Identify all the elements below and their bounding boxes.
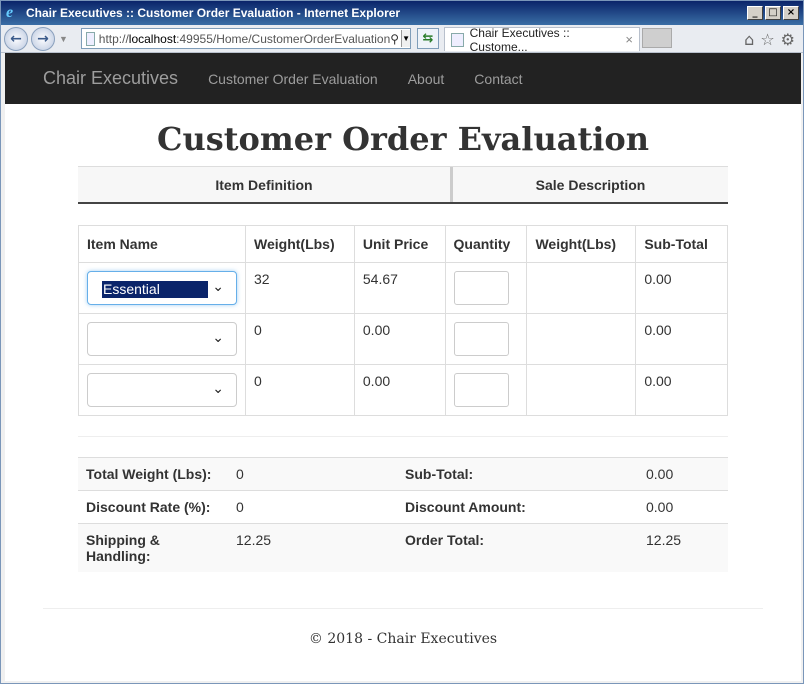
window-controls: _ □ ×: [747, 6, 799, 20]
quantity-input-3[interactable]: [453, 373, 509, 407]
ie-logo-icon: e: [6, 4, 14, 21]
url-prefix: http://: [98, 31, 129, 46]
shipping-label-line2: Handling:: [86, 548, 151, 564]
col-weight: Weight(Lbs): [245, 225, 355, 263]
tab-item-definition[interactable]: Item Definition: [78, 167, 453, 202]
nav-about[interactable]: About: [408, 71, 445, 87]
col-total-weight: Weight(Lbs): [526, 225, 637, 263]
unit-price-cell: 54.67: [353, 262, 446, 314]
forward-button[interactable]: →: [31, 26, 55, 51]
summary-row: Total Weight (Lbs): 0 Sub-Total: 0.00: [78, 457, 728, 491]
subtotal-cell: 0.00: [635, 313, 728, 365]
window-title: Chair Executives :: Customer Order Evalu…: [26, 6, 401, 20]
search-icon[interactable]: ⚲: [390, 32, 399, 46]
shipping-label: Shipping & Handling:: [78, 523, 228, 572]
discount-rate-label: Discount Rate (%):: [78, 490, 228, 524]
browser-right-icons: ⌂ ☆ ⚙: [744, 30, 795, 49]
url-host: localhost: [128, 31, 177, 46]
item-select-1[interactable]: Essential ⌄: [87, 271, 237, 305]
settings-gear-icon[interactable]: ⚙: [781, 30, 795, 49]
summary-table: Total Weight (Lbs): 0 Sub-Total: 0.00 Di…: [78, 457, 728, 572]
col-subtotal: Sub-Total: [635, 225, 728, 263]
brand-link[interactable]: Chair Executives: [43, 68, 178, 89]
new-tab-button[interactable]: [642, 28, 672, 48]
table-row: ⌄ 0 0.00 0.00: [78, 364, 728, 416]
browser-tab[interactable]: Chair Executives :: Custome... ×: [444, 25, 640, 54]
footer-text: © 2018 - Chair Executives: [308, 631, 498, 647]
summary-row: Discount Rate (%): 0 Discount Amount: 0.…: [78, 490, 728, 524]
home-icon[interactable]: ⌂: [744, 30, 754, 49]
col-unit-price: Unit Price: [353, 225, 446, 263]
shipping-label-line1: Shipping &: [86, 532, 160, 548]
address-dropdown-icon[interactable]: ▼: [401, 30, 410, 47]
unit-price-cell: 0.00: [353, 364, 446, 416]
item-select-value: Essential: [102, 281, 208, 298]
col-quantity: Quantity: [444, 225, 528, 263]
tab-sale-description[interactable]: Sale Description: [453, 167, 728, 202]
order-total-label: Order Total:: [397, 523, 638, 572]
total-weight-label: Total Weight (Lbs):: [78, 457, 228, 491]
refresh-button[interactable]: ⇆: [417, 28, 439, 49]
subtotal-cell: 0.00: [635, 364, 728, 416]
chevron-down-icon: ⌄: [212, 381, 224, 397]
web-page: Chair Executives Customer Order Evaluati…: [5, 53, 801, 681]
subtotal-cell: 0.00: [635, 262, 728, 314]
divider: [78, 436, 728, 437]
quantity-input-2[interactable]: [453, 322, 509, 356]
nav-customer-order-evaluation[interactable]: Customer Order Evaluation: [208, 71, 378, 87]
table-row: ⌄ 0 0.00 0.00: [78, 313, 728, 365]
back-button[interactable]: ←: [4, 26, 28, 51]
unit-price-cell: 0.00: [353, 313, 446, 365]
total-weight-cell: [526, 262, 637, 314]
items-table: Item Name Weight(Lbs) Unit Price Quantit…: [78, 225, 728, 416]
tab-page-icon: [451, 32, 464, 47]
close-window-button[interactable]: ×: [783, 6, 799, 20]
title-bar: e Chair Executives :: Customer Order Eva…: [1, 1, 803, 25]
minimize-button[interactable]: _: [747, 6, 763, 20]
page-title: Customer Order Evaluation: [157, 120, 649, 158]
table-header-row: Item Name Weight(Lbs) Unit Price Quantit…: [78, 225, 728, 263]
total-weight-value: 0: [228, 457, 397, 491]
page-icon: [86, 31, 95, 46]
discount-rate-value: 0: [228, 490, 397, 524]
nav-contact[interactable]: Contact: [474, 71, 522, 87]
tab-close-icon[interactable]: ×: [625, 32, 633, 47]
weight-cell: 32: [245, 262, 355, 314]
chevron-down-icon: ⌄: [212, 279, 224, 295]
browser-toolbar: ← → ▼ http://localhost:49955/Home/Custom…: [1, 25, 803, 54]
maximize-button[interactable]: □: [765, 6, 781, 20]
weight-cell: 0: [245, 364, 355, 416]
item-select-2[interactable]: ⌄: [87, 322, 237, 356]
total-weight-cell: [526, 364, 637, 416]
section-tabs: Item Definition Sale Description: [78, 166, 728, 204]
tab-title: Chair Executives :: Custome...: [469, 25, 570, 54]
summary-row: Shipping & Handling: 12.25 Order Total: 1…: [78, 523, 728, 572]
table-row: Essential ⌄ 32 54.67 0.00: [78, 262, 728, 314]
order-total-value: 12.25: [638, 523, 728, 572]
item-select-3[interactable]: ⌄: [87, 373, 237, 407]
browser-window: e Chair Executives :: Customer Order Eva…: [0, 0, 804, 684]
summary-subtotal-value: 0.00: [638, 457, 728, 491]
quantity-input-1[interactable]: [453, 271, 509, 305]
address-bar[interactable]: http://localhost:49955/Home/CustomerOrde…: [81, 28, 411, 49]
col-item-name: Item Name: [78, 225, 246, 263]
total-weight-cell: [526, 313, 637, 365]
chevron-down-icon: ⌄: [212, 330, 224, 346]
site-navbar: Chair Executives Customer Order Evaluati…: [5, 53, 801, 104]
shipping-value: 12.25: [228, 523, 397, 572]
discount-amount-label: Discount Amount:: [397, 490, 638, 524]
footer-divider: [43, 608, 763, 609]
discount-amount-value: 0.00: [638, 490, 728, 524]
history-dropdown-icon[interactable]: ▼: [59, 34, 68, 44]
url-rest: :49955/Home/CustomerOrderEvaluation: [176, 31, 391, 46]
weight-cell: 0: [245, 313, 355, 365]
summary-subtotal-label: Sub-Total:: [397, 457, 638, 491]
favorites-star-icon[interactable]: ☆: [760, 30, 774, 49]
